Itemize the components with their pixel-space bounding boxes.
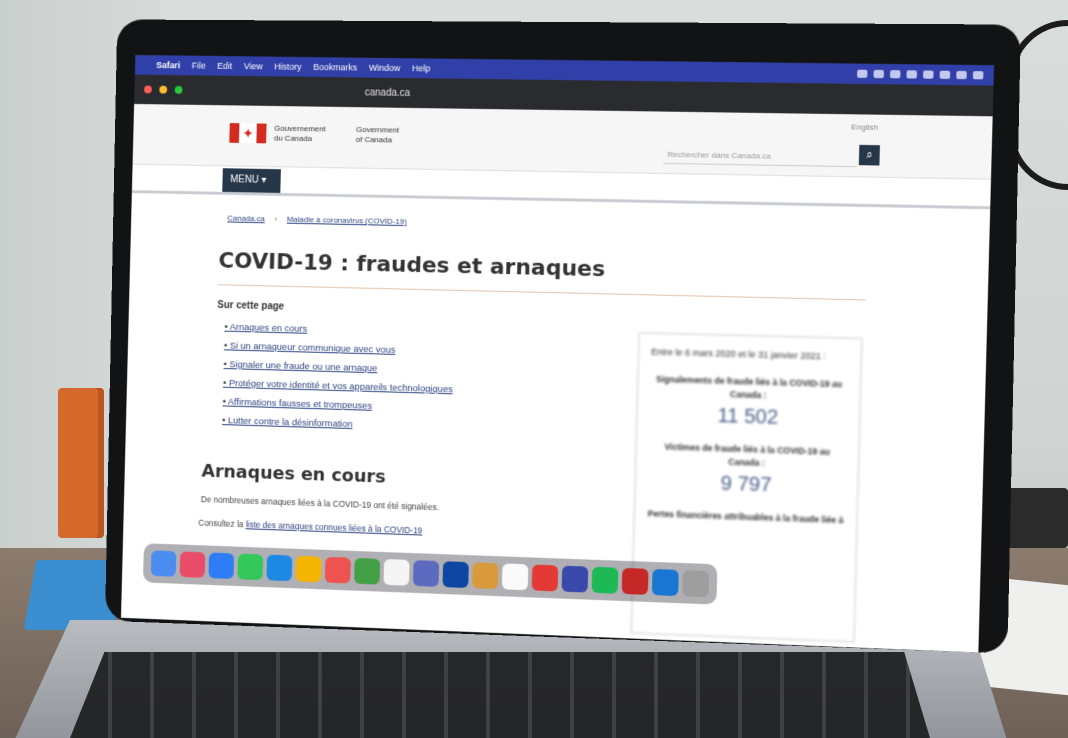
stat-label: Pertes financières attribuables à la fra… (647, 508, 844, 526)
spotify-icon[interactable] (591, 566, 619, 594)
toc-list: Arnaques en cours Si un arnaqueur commun… (222, 322, 455, 441)
laptop-keyboard (70, 652, 930, 738)
app-icon[interactable] (179, 551, 206, 578)
section-paragraph: De nombreuses arnaques liées à la COVID-… (200, 494, 440, 513)
facetime-icon[interactable] (354, 557, 381, 585)
stat-value: 11 502 (717, 404, 779, 429)
macos-dock (142, 543, 718, 605)
gov-name-en[interactable]: Government of Canada (356, 125, 400, 146)
breadcrumb-separator: › (274, 214, 278, 224)
menu-item[interactable]: Window (369, 63, 401, 73)
canada-flag-icon: ✦ (229, 123, 267, 144)
orange-object (58, 388, 104, 538)
stat-label: Signalements de fraude liés à la COVID-1… (655, 373, 843, 401)
breadcrumb-link[interactable]: Canada.ca (227, 214, 265, 224)
search-input[interactable]: Rechercher dans Canada.ca (663, 143, 858, 168)
title-underline (217, 284, 866, 301)
menu-item[interactable]: History (274, 62, 301, 72)
messages-icon[interactable] (237, 553, 264, 581)
app-icon[interactable] (651, 568, 679, 597)
safari-icon[interactable] (208, 552, 235, 580)
stat-value: 9 797 (720, 472, 772, 497)
photoshop-icon[interactable] (442, 561, 469, 589)
minimize-window-icon[interactable] (159, 85, 168, 94)
menu-item[interactable]: Safari (156, 60, 180, 70)
app-icon[interactable] (412, 560, 440, 587)
menu-item[interactable]: Edit (217, 61, 232, 71)
close-window-icon[interactable] (143, 85, 152, 94)
section-paragraph-link: Consultez la liste des arnaques connues … (198, 518, 422, 536)
paragraph-text: Consultez la (198, 517, 246, 530)
gov-name-fr[interactable]: Gouvernement du Canada (274, 124, 326, 145)
calendar-icon[interactable] (383, 558, 410, 586)
app-icon[interactable] (561, 565, 589, 593)
language-toggle[interactable]: English (851, 122, 878, 132)
divider (131, 190, 991, 210)
menu-item[interactable]: Help (412, 63, 430, 73)
app-icon[interactable] (324, 556, 351, 584)
mail-icon[interactable] (266, 554, 293, 582)
menu-item[interactable]: View (244, 61, 263, 71)
status-icons (857, 69, 984, 80)
laptop-screen: Safari File Edit View History Bookmarks … (120, 54, 995, 653)
menu-item[interactable]: File (192, 61, 206, 71)
section-heading: Arnaques en cours (201, 460, 386, 488)
menu-button[interactable]: MENU ▾ (222, 168, 281, 193)
photos-icon[interactable] (295, 555, 322, 583)
app-icon[interactable] (472, 562, 499, 590)
scam-list-link[interactable]: liste des arnaques connues liées à la CO… (246, 519, 423, 535)
page-title: COVID-19 : fraudes et arnaques (218, 248, 606, 283)
app-icon[interactable] (531, 564, 559, 592)
finder-icon[interactable] (150, 550, 177, 577)
address-bar[interactable]: canada.ca (365, 87, 411, 99)
stats-intro: Entre le 6 mars 2020 et le 31 janvier 20… (651, 346, 827, 362)
trash-icon[interactable] (682, 570, 710, 598)
menu-item[interactable]: Bookmarks (313, 62, 357, 72)
breadcrumb: Canada.ca › Maladie à coronavirus (COVID… (227, 214, 407, 227)
toc-heading: Sur cette page (217, 299, 285, 313)
app-icon[interactable] (621, 567, 649, 595)
zoom-window-icon[interactable] (174, 85, 183, 94)
breadcrumb-link[interactable]: Maladie à coronavirus (COVID-19) (287, 215, 407, 226)
search-icon[interactable]: ⌕ (858, 144, 880, 166)
notes-icon[interactable] (501, 563, 529, 591)
stat-label: Victimes de fraude liés à la COVID-19 au… (664, 441, 830, 468)
